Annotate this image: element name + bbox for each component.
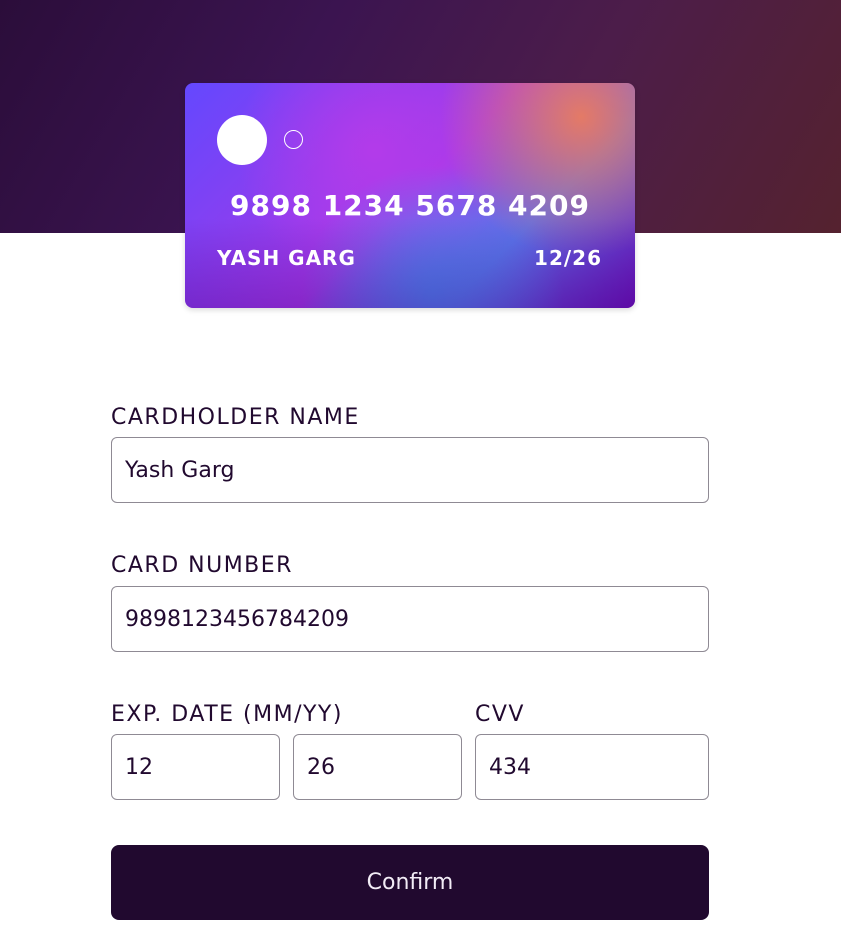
cardholder-name-input[interactable]	[111, 437, 709, 503]
card-preview-number: 9898 1234 5678 4209	[230, 189, 590, 222]
card-preview: 9898 1234 5678 4209 YASH GARG 12/26	[185, 83, 635, 308]
confirm-button[interactable]: Confirm	[111, 845, 709, 920]
card-logo-filled-circle-icon	[217, 115, 267, 165]
exp-date-label: EXP. DATE (MM/YY)	[111, 702, 343, 727]
exp-year-input[interactable]	[293, 734, 462, 800]
card-logo-outline-circle-icon	[284, 130, 303, 149]
card-preview-expiry: 12/26	[534, 246, 602, 270]
card-number-input[interactable]	[111, 586, 709, 652]
cvv-label: CVV	[475, 702, 525, 727]
exp-month-input[interactable]	[111, 734, 280, 800]
cvv-input[interactable]	[475, 734, 709, 800]
card-preview-holder: YASH GARG	[217, 246, 356, 270]
cardholder-name-label: CARDHOLDER NAME	[111, 405, 360, 430]
card-number-label: CARD NUMBER	[111, 553, 293, 578]
